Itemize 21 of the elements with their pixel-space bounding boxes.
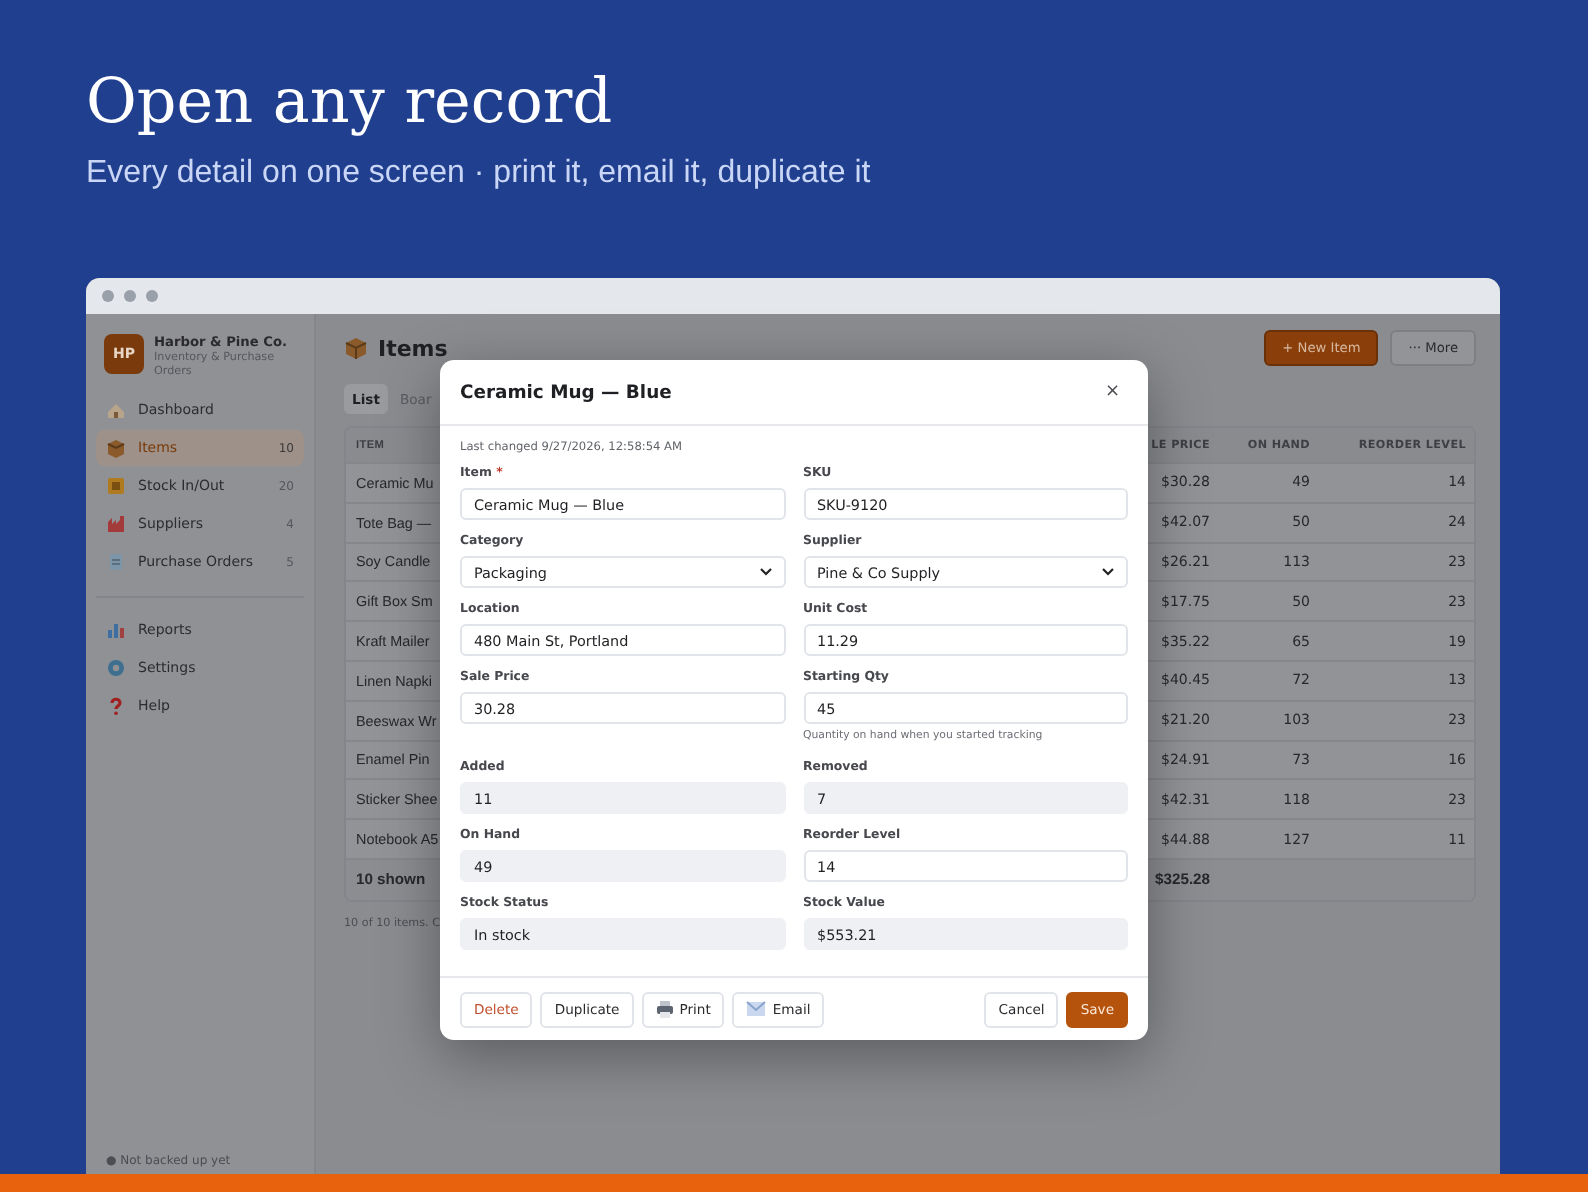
dialog-title: Ceramic Mug — Blue bbox=[460, 381, 672, 403]
window-dot-icon bbox=[124, 290, 136, 302]
factory-icon bbox=[106, 514, 126, 534]
page-title: Items bbox=[378, 335, 448, 361]
box-icon bbox=[344, 336, 368, 360]
tray-icon bbox=[106, 476, 126, 496]
envelope-icon bbox=[746, 1000, 767, 1018]
document-icon bbox=[106, 552, 126, 572]
box-icon bbox=[106, 438, 126, 458]
close-button[interactable]: × bbox=[1096, 382, 1128, 402]
house-icon bbox=[106, 400, 126, 420]
headline: Open any record bbox=[86, 64, 613, 140]
chevron-down-icon bbox=[1102, 568, 1114, 576]
window-dot-icon bbox=[146, 290, 158, 302]
subheadline: Every detail on one screen · print it, email it, duplicate it bbox=[86, 156, 871, 192]
printer-icon bbox=[655, 1000, 674, 1018]
question-icon bbox=[106, 696, 126, 716]
settings-icon bbox=[106, 658, 126, 678]
window-dot-icon bbox=[102, 290, 114, 302]
chevron-down-icon bbox=[759, 568, 771, 576]
bar-chart-icon bbox=[106, 620, 126, 640]
